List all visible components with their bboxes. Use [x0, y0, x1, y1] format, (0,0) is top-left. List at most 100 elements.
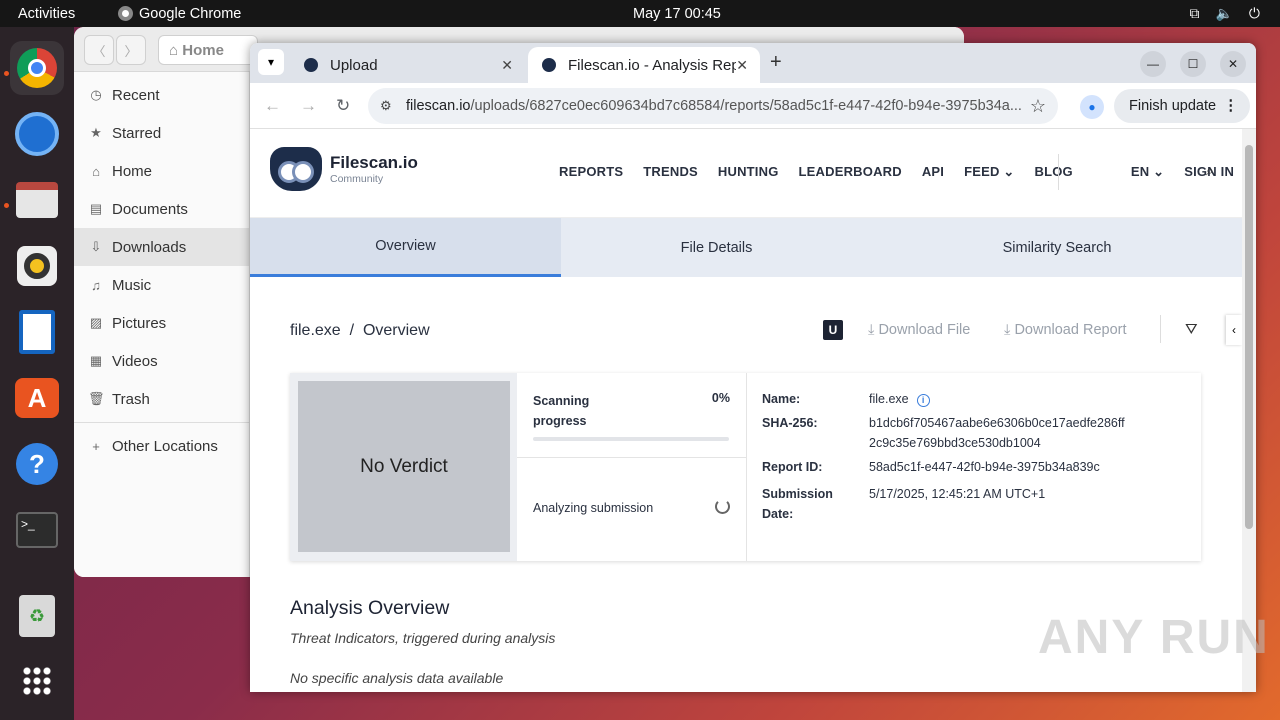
power-icon: ⏻: [1248, 5, 1260, 21]
page-scrollbar[interactable]: [1242, 129, 1256, 692]
terminal-icon[interactable]: >_: [10, 503, 64, 557]
menu-feed[interactable]: FEED ⌄: [964, 164, 1014, 180]
breadcrumb-file[interactable]: file.exe: [290, 322, 341, 339]
dock: A ? >_ ♻: [0, 27, 74, 720]
sidebar-item-music[interactable]: ♫ Music: [74, 266, 249, 304]
sidebar-item-recent[interactable]: ◷ Recent: [74, 76, 249, 114]
tab-filescan-report[interactable]: Filescan.io - Analysis Rep ✕: [528, 47, 760, 83]
sidebar-label: Recent: [112, 86, 160, 104]
forward-button[interactable]: 〉: [116, 35, 146, 65]
app-grid-icon[interactable]: [10, 654, 64, 708]
sidebar-item-downloads[interactable]: ⇩ Downloads: [74, 228, 249, 266]
file-name: file.exe: [869, 392, 909, 406]
report-id-key: Report ID:: [762, 460, 823, 474]
sidebar-item-trash[interactable]: 🗑 Trash: [74, 380, 249, 418]
bookmark-star-icon[interactable]: ☆: [1030, 96, 1046, 117]
download-file-button[interactable]: ⤓ Download File: [868, 322, 970, 338]
new-tab-button[interactable]: +: [770, 51, 782, 74]
close-tab-icon[interactable]: ✕: [501, 57, 513, 74]
side-panel-toggle[interactable]: ‹: [1226, 315, 1242, 345]
anyrun-watermark: ANY RUN: [1038, 611, 1270, 664]
toolbar: ← → ↻ ⚙ filescan.io/uploads/6827ce0ec6096…: [250, 83, 1256, 129]
maximize-button[interactable]: ☐: [1180, 51, 1206, 77]
progress-panel: Scanning progress 0% Analyzing submissio…: [517, 373, 747, 561]
menu-blog[interactable]: BLOG: [1035, 164, 1073, 180]
thunderbird-icon[interactable]: [10, 107, 64, 161]
chrome-icon[interactable]: [10, 41, 64, 95]
breadcrumb-page: Overview: [362, 322, 430, 339]
language-label: EN: [1130, 164, 1150, 179]
menu-reports[interactable]: REPORTS: [559, 164, 623, 180]
close-window-button[interactable]: ✕: [1220, 51, 1246, 77]
help-icon[interactable]: ?: [10, 437, 64, 491]
analysis-overview-subtitle: Threat Indicators, triggered during anal…: [290, 630, 556, 646]
analysis-empty-note: No specific analysis data available: [290, 670, 504, 686]
sidebar-item-videos[interactable]: ▦ Videos: [74, 342, 249, 380]
language-select[interactable]: EN ⌄: [1131, 164, 1164, 180]
kebab-menu-icon[interactable]: ⋮: [1224, 98, 1239, 114]
system-tray[interactable]: ⧉ 🔈 ⏻: [1189, 5, 1260, 22]
tab-upload[interactable]: Upload ✕: [290, 47, 525, 83]
user-badge[interactable]: U: [823, 320, 843, 340]
sidebar-item-home[interactable]: ⌂ Home: [74, 152, 249, 190]
trash-icon[interactable]: ♻: [10, 589, 64, 643]
menu-leaderboard[interactable]: LEADERBOARD: [799, 164, 902, 180]
sidebar-item-other-locations[interactable]: + Other Locations: [74, 427, 249, 465]
search-icon[interactable]: ⌕: [1206, 162, 1214, 179]
app-menu[interactable]: Google Chrome: [118, 6, 241, 22]
chevron-left-icon: ‹: [1232, 323, 1236, 337]
report-id-value: 58ad5c1f-e447-42f0-b94e-3975b34a839c: [869, 460, 1100, 474]
address-bar[interactable]: ⚙ filescan.io/uploads/6827ce0ec609634bd7c…: [368, 88, 1058, 124]
scrollbar-thumb[interactable]: [1245, 145, 1253, 529]
back-arrow-icon[interactable]: ←: [264, 96, 281, 116]
files-sidebar: ◷ Recent ★ Starred ⌂ Home ▤ Documents ⇩ Downl…: [74, 72, 250, 577]
menu-api[interactable]: API: [922, 164, 944, 180]
app-center-icon[interactable]: A: [10, 371, 64, 425]
back-button[interactable]: 〈: [84, 35, 114, 65]
writer-icon[interactable]: [10, 305, 64, 359]
finish-update-button[interactable]: Finish update ⋮: [1114, 89, 1250, 123]
files-icon[interactable]: [10, 173, 64, 227]
sidebar-item-pictures[interactable]: ▨ Pictures: [74, 304, 249, 342]
name-key: Name:: [762, 392, 801, 406]
sha-value-1: b1dcb6f705467aabe6e6306b0ce17aedfe286ff: [869, 416, 1125, 430]
file-info: Name: file.exe i SHA-256: b1dcb6f705467aa…: [762, 373, 1192, 561]
tab-similarity-search[interactable]: Similarity Search: [872, 218, 1242, 277]
clock[interactable]: May 17 00:45: [633, 6, 721, 22]
filter-icon[interactable]: ⛛: [1185, 321, 1198, 338]
menu-trends[interactable]: TRENDS: [643, 164, 698, 180]
path-bar[interactable]: ⌂ Home: [158, 35, 258, 65]
sidebar-item-starred[interactable]: ★ Starred: [74, 114, 249, 152]
forward-arrow-icon[interactable]: →: [300, 96, 317, 116]
sidebar-item-documents[interactable]: ▤ Documents: [74, 190, 249, 228]
sidebar-label: Music: [112, 276, 152, 294]
tab-overview[interactable]: Overview: [250, 218, 561, 277]
site-info-icon[interactable]: ⚙: [380, 98, 392, 114]
submission-date-value: 5/17/2025, 12:45:21 AM UTC+1: [869, 487, 1046, 501]
activities-button[interactable]: Activities: [18, 6, 75, 22]
running-indicator: [4, 203, 9, 208]
scanning-percent: 0%: [711, 391, 730, 405]
tab-search-button[interactable]: ▾: [258, 49, 284, 75]
picture-icon: ▨: [89, 315, 103, 330]
profile-icon[interactable]: ●: [1080, 95, 1104, 119]
sidebar-label: Trash: [112, 390, 150, 408]
info-icon[interactable]: i: [916, 394, 930, 407]
date-key: Date:: [762, 507, 794, 521]
minimize-button[interactable]: —: [1140, 51, 1166, 77]
download-report-button[interactable]: ⤓ Download Report: [1004, 322, 1127, 338]
chrome-window: ▾ Upload ✕ Filescan.io - Analysis Rep ✕ + …: [250, 43, 1256, 692]
reload-icon[interactable]: ↻: [336, 96, 350, 116]
scanning-progress-bar: [533, 437, 729, 441]
chevron-down-icon: ⌄: [1153, 164, 1165, 179]
menu-hunting[interactable]: HUNTING: [718, 164, 779, 180]
tab-file-details[interactable]: File Details: [561, 218, 872, 277]
owl-logo-icon: [270, 147, 322, 191]
breadcrumb-separator: /: [349, 322, 355, 339]
close-tab-icon[interactable]: ✕: [736, 57, 748, 74]
breadcrumb: file.exe / Overview: [290, 322, 430, 340]
music-icon: ♫: [91, 277, 101, 293]
rhythmbox-icon[interactable]: [10, 239, 64, 293]
download-file-label: Download File: [878, 322, 971, 338]
site-logo[interactable]: Filescan.io Community: [270, 147, 418, 191]
